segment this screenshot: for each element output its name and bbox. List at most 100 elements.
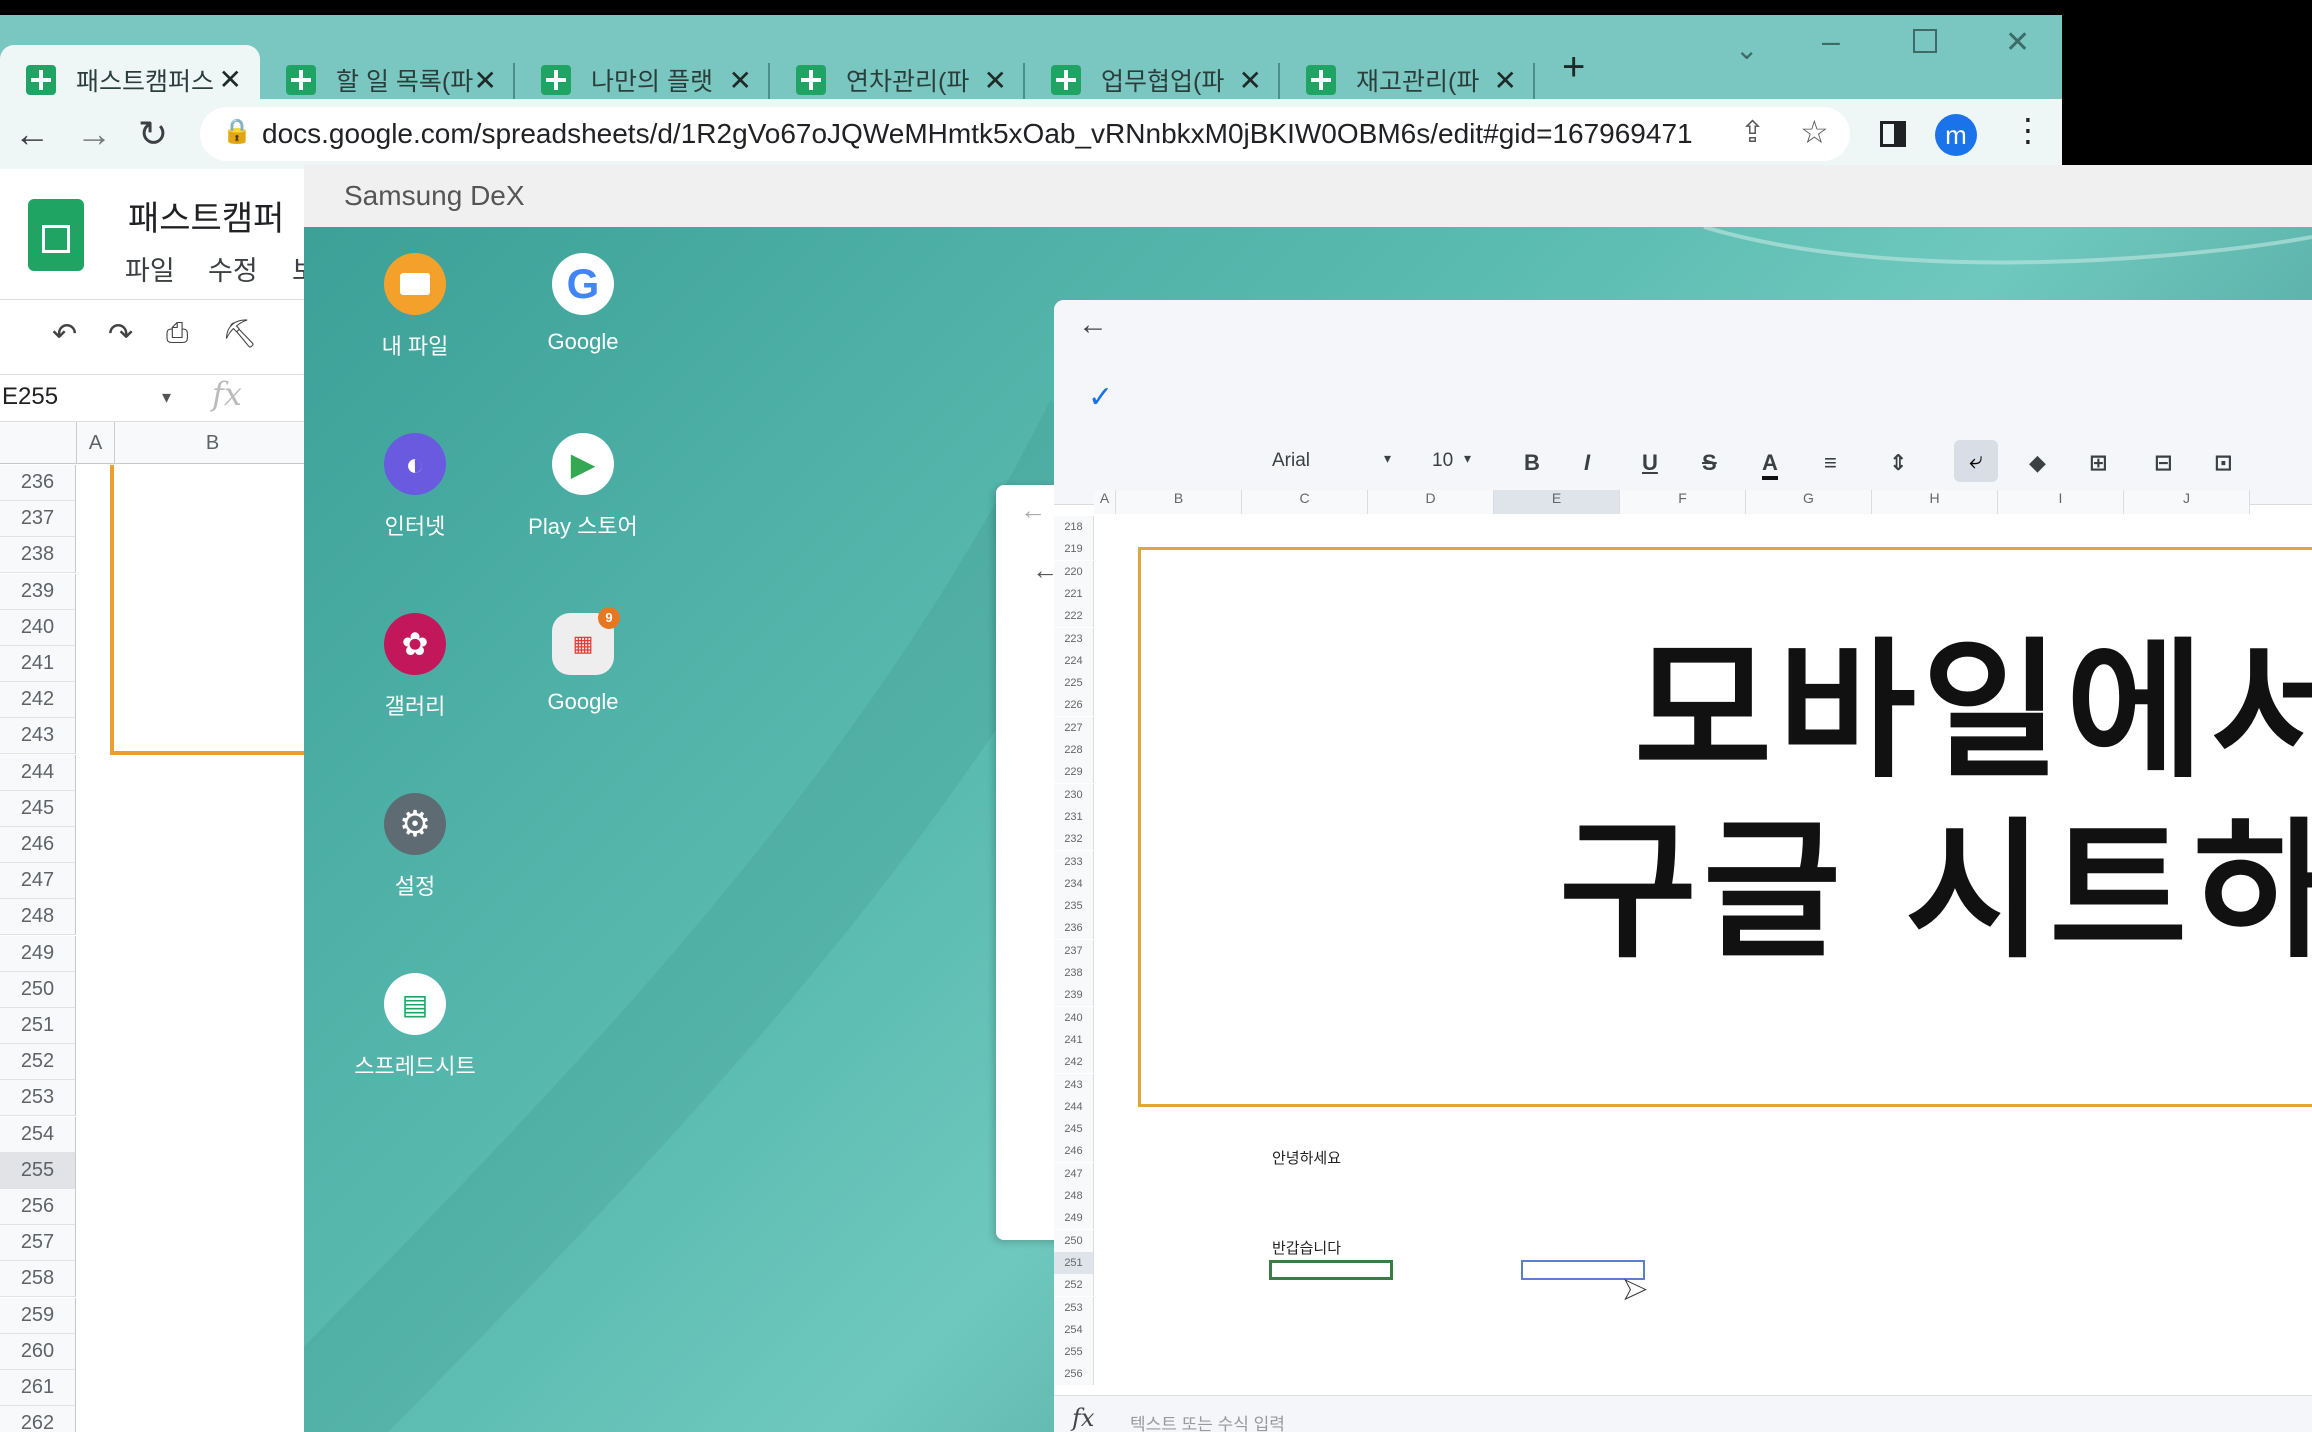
mobile-row-header[interactable]: 246 — [1054, 1140, 1094, 1163]
menu-file[interactable]: 파일 — [125, 249, 175, 288]
merge-icon[interactable]: ⊟ — [2154, 450, 2172, 476]
url-field[interactable]: 🔒 docs.google.com/spreadsheets/d/1R2gVo6… — [200, 107, 1850, 161]
mobile-row-header[interactable]: 226 — [1054, 694, 1094, 717]
mobile-row-header[interactable]: 237 — [1054, 939, 1094, 962]
print-icon[interactable]: ⎙ — [166, 317, 188, 350]
app-internet[interactable]: ◐ 인터넷 — [330, 433, 500, 541]
mobile-row-header[interactable]: 225 — [1054, 672, 1094, 695]
mobile-row-header[interactable]: 249 — [1054, 1207, 1094, 1230]
strikethrough-icon[interactable]: S — [1702, 450, 1717, 476]
row-header[interactable]: 246 — [0, 827, 76, 863]
mobile-col-header[interactable]: D — [1368, 490, 1494, 514]
row-header[interactable]: 256 — [0, 1189, 76, 1225]
text-color-icon[interactable]: A — [1762, 450, 1778, 480]
row-header[interactable]: 245 — [0, 790, 76, 827]
mobile-row-header[interactable]: 252 — [1054, 1274, 1094, 1297]
row-header[interactable]: 255 — [0, 1152, 76, 1189]
close-icon[interactable]: ✕ — [729, 64, 752, 97]
row-header[interactable]: 247 — [0, 863, 76, 900]
mobile-col-header[interactable]: H — [1872, 490, 1998, 514]
back-icon[interactable]: ← — [1020, 495, 1046, 526]
checkmark-icon[interactable]: ✓ — [1088, 380, 1113, 415]
mobile-row-header[interactable]: 244 — [1054, 1095, 1094, 1118]
app-settings[interactable]: ⚙ 설정 — [330, 793, 500, 901]
forward-icon[interactable]: → — [76, 113, 112, 155]
paint-format-icon[interactable]: ⛏ — [222, 317, 258, 350]
name-box[interactable]: E255 — [2, 383, 58, 411]
insert-icon[interactable]: ⊡ — [2214, 450, 2232, 476]
mobile-row-header[interactable]: 256 — [1054, 1363, 1094, 1386]
size-dropdown-icon[interactable]: ▾ — [1464, 450, 1471, 467]
row-header[interactable]: 239 — [0, 573, 76, 610]
row-header[interactable]: 236 — [0, 465, 76, 501]
bold-icon[interactable]: B — [1524, 450, 1540, 476]
row-header[interactable]: 252 — [0, 1044, 76, 1081]
mobile-row-header[interactable]: 229 — [1054, 761, 1094, 784]
row-header[interactable]: 241 — [0, 646, 76, 682]
doc-title[interactable]: 패스트캠퍼 — [128, 191, 284, 240]
row-header[interactable]: 260 — [0, 1333, 76, 1370]
mobile-col-header[interactable]: A — [1094, 490, 1116, 514]
row-header[interactable]: 259 — [0, 1297, 76, 1334]
reload-icon[interactable]: ↻ — [138, 113, 168, 155]
menu-edit[interactable]: 수정 — [208, 249, 258, 288]
mobile-row-header[interactable]: 236 — [1054, 917, 1094, 940]
underline-icon[interactable]: U — [1642, 450, 1658, 476]
row-header[interactable]: 251 — [0, 1008, 76, 1044]
col-header-a[interactable]: A — [76, 422, 114, 464]
wrap-text-icon[interactable]: ⤶ — [1954, 440, 1998, 482]
row-header[interactable]: 237 — [0, 501, 76, 538]
row-header[interactable]: 258 — [0, 1261, 76, 1298]
mobile-row-header[interactable]: 223 — [1054, 627, 1094, 650]
font-dropdown-icon[interactable]: ▾ — [1384, 450, 1391, 467]
row-header[interactable]: 257 — [0, 1225, 76, 1262]
redo-icon[interactable]: ↷ — [108, 317, 133, 352]
row-header[interactable]: 240 — [0, 609, 76, 646]
mobile-col-header[interactable]: E — [1494, 490, 1620, 514]
mobile-row-header[interactable]: 250 — [1054, 1229, 1094, 1252]
mobile-row-header[interactable]: 243 — [1054, 1073, 1094, 1096]
mobile-row-header[interactable]: 240 — [1054, 1006, 1094, 1029]
mobile-row-header[interactable]: 241 — [1054, 1028, 1094, 1051]
mobile-row-header[interactable]: 224 — [1054, 649, 1094, 672]
mobile-row-header[interactable]: 242 — [1054, 1051, 1094, 1074]
profile-avatar[interactable]: m — [1935, 114, 1977, 156]
mobile-row-header[interactable]: 222 — [1054, 605, 1094, 628]
close-icon[interactable]: ✕ — [1494, 64, 1517, 97]
fill-color-icon[interactable]: ◆ — [2029, 450, 2046, 476]
mobile-row-header[interactable]: 239 — [1054, 984, 1094, 1007]
mobile-col-header[interactable]: G — [1746, 490, 1872, 514]
app-google[interactable]: G Google — [498, 253, 668, 355]
vertical-align-icon[interactable]: ⇕ — [1889, 450, 1907, 476]
app-my-files[interactable]: 내 파일 — [330, 253, 500, 361]
row-header[interactable]: 262 — [0, 1406, 76, 1432]
side-panel-icon[interactable] — [1880, 121, 1906, 147]
mobile-row-header[interactable]: 228 — [1054, 739, 1094, 761]
close-icon[interactable]: ✕ — [474, 64, 497, 97]
row-header[interactable]: 238 — [0, 537, 76, 574]
mobile-row-header[interactable]: 245 — [1054, 1118, 1094, 1141]
mobile-row-header[interactable]: 235 — [1054, 895, 1094, 918]
share-icon[interactable]: ⇪ — [1740, 115, 1765, 150]
row-header[interactable]: 244 — [0, 754, 76, 791]
borders-icon[interactable]: ⊞ — [2089, 450, 2107, 476]
undo-icon[interactable]: ↶ — [52, 317, 77, 352]
mobile-row-header[interactable]: 251 — [1054, 1251, 1094, 1274]
row-header[interactable]: 254 — [0, 1116, 76, 1153]
mobile-row-header[interactable]: 221 — [1054, 582, 1094, 605]
row-header[interactable]: 250 — [0, 971, 76, 1008]
selected-cell-green[interactable] — [1269, 1260, 1393, 1280]
mobile-row-header[interactable]: 230 — [1054, 783, 1094, 806]
mobile-col-header[interactable]: F — [1620, 490, 1746, 514]
maximize-icon[interactable] — [1913, 29, 1937, 53]
app-google-folder[interactable]: ▦ 9 Google — [498, 607, 668, 715]
align-icon[interactable]: ≡ — [1824, 450, 1837, 476]
mobile-row-header[interactable]: 232 — [1054, 828, 1094, 851]
mobile-row-header[interactable]: 247 — [1054, 1162, 1094, 1185]
app-play-store[interactable]: ▶ Play 스토어 — [498, 433, 668, 541]
name-box-dropdown-icon[interactable]: ▾ — [162, 387, 171, 408]
cell-hello[interactable]: 안녕하세요 — [1272, 1147, 1341, 1168]
mobile-row-header[interactable]: 218 — [1054, 516, 1094, 538]
mobile-row-header[interactable]: 231 — [1054, 805, 1094, 828]
minimize-icon[interactable]: – — [1822, 23, 1840, 60]
